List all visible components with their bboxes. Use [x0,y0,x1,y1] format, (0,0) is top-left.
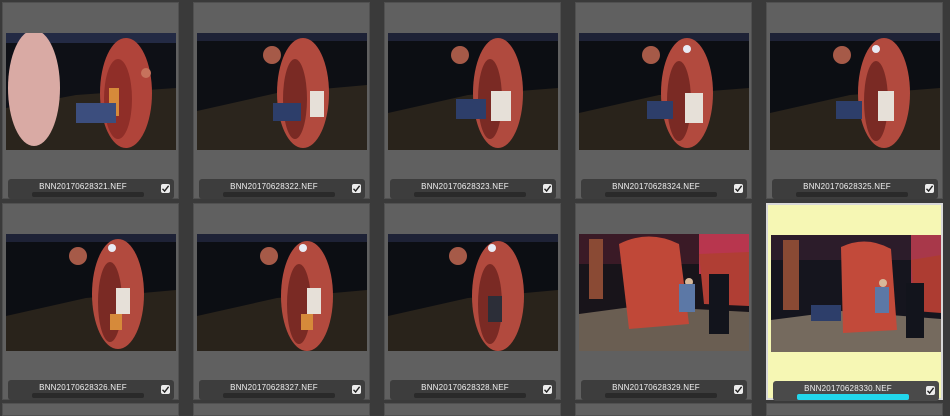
thumbnail-cell[interactable]: BNN20170628326.NEF [2,203,179,410]
rating-bar[interactable] [223,192,335,209]
thumbnail-cell[interactable]: BNN20170628321.NEF [2,2,179,209]
filename-label: BNN20170628324.NEF [612,182,700,191]
thumbnail-cell-partial[interactable] [193,403,370,416]
rating-bar[interactable] [605,192,717,209]
rating-bar[interactable] [414,393,526,410]
thumbnail-cell[interactable]: BNN20170628324.NEF [575,2,752,209]
photo-thumbnail[interactable] [579,33,749,150]
filename-label: BNN20170628323.NEF [421,182,509,191]
rating-bar[interactable] [797,394,909,411]
filename-label: BNN20170628321.NEF [39,182,127,191]
check-icon[interactable] [352,184,361,193]
photo-thumbnail[interactable] [388,234,558,351]
rating-bar[interactable] [32,192,144,209]
thumbnail-cell[interactable]: BNN20170628325.NEF [766,2,943,209]
photo-thumbnail[interactable] [6,33,176,150]
filename-label: BNN20170628326.NEF [39,383,127,392]
thumbnail-cell[interactable]: BNN20170628328.NEF [384,203,561,410]
photo-thumbnail[interactable] [770,33,940,150]
check-icon[interactable] [161,184,170,193]
filename-label: BNN20170628329.NEF [612,383,700,392]
filename-label: BNN20170628322.NEF [230,182,318,191]
check-icon[interactable] [543,385,552,394]
thumbnail-cell-partial[interactable] [384,403,561,416]
thumbnail-meta: BNN20170628327.NEF [199,380,365,410]
check-icon[interactable] [926,386,935,395]
check-icon[interactable] [352,385,361,394]
photo-thumbnail[interactable] [579,234,749,351]
thumbnail-cell-partial[interactable] [766,403,943,416]
thumbnail-meta: BNN20170628330.NEF [773,381,939,411]
filename-label: BNN20170628330.NEF [804,384,892,393]
check-icon[interactable] [734,184,743,193]
thumbnail-cell-partial[interactable] [2,403,179,416]
rating-bar[interactable] [414,192,526,209]
check-icon[interactable] [925,184,934,193]
thumbnail-meta: BNN20170628328.NEF [390,380,556,410]
check-icon[interactable] [543,184,552,193]
thumbnail-meta: BNN20170628325.NEF [772,179,938,209]
thumbnail-meta: BNN20170628326.NEF [8,380,174,410]
photo-thumbnail[interactable] [6,234,176,351]
thumbnail-cell-selected[interactable]: BNN20170628330.NEF [766,203,943,411]
thumbnail-grid: BNN20170628321.NEF BNN20170628322.NEF BN… [0,0,950,416]
thumbnail-meta: BNN20170628321.NEF [8,179,174,209]
rating-bar[interactable] [223,393,335,410]
thumbnail-cell[interactable]: BNN20170628327.NEF [193,203,370,410]
photo-thumbnail[interactable] [388,33,558,150]
thumbnail-cell[interactable]: BNN20170628329.NEF [575,203,752,410]
photo-thumbnail[interactable] [197,234,367,351]
rating-bar[interactable] [605,393,717,410]
thumbnail-meta: BNN20170628324.NEF [581,179,747,209]
check-icon[interactable] [734,385,743,394]
thumbnail-meta: BNN20170628329.NEF [581,380,747,410]
rating-bar[interactable] [32,393,144,410]
thumbnail-cell-partial[interactable] [575,403,752,416]
thumbnail-cell[interactable]: BNN20170628323.NEF [384,2,561,209]
filename-label: BNN20170628327.NEF [230,383,318,392]
photo-thumbnail[interactable] [197,33,367,150]
thumbnail-cell[interactable]: BNN20170628322.NEF [193,2,370,209]
rating-bar[interactable] [796,192,908,209]
thumbnail-meta: BNN20170628322.NEF [199,179,365,209]
check-icon[interactable] [161,385,170,394]
filename-label: BNN20170628328.NEF [421,383,509,392]
filename-label: BNN20170628325.NEF [803,182,891,191]
thumbnail-meta: BNN20170628323.NEF [390,179,556,209]
photo-thumbnail[interactable] [771,235,941,352]
